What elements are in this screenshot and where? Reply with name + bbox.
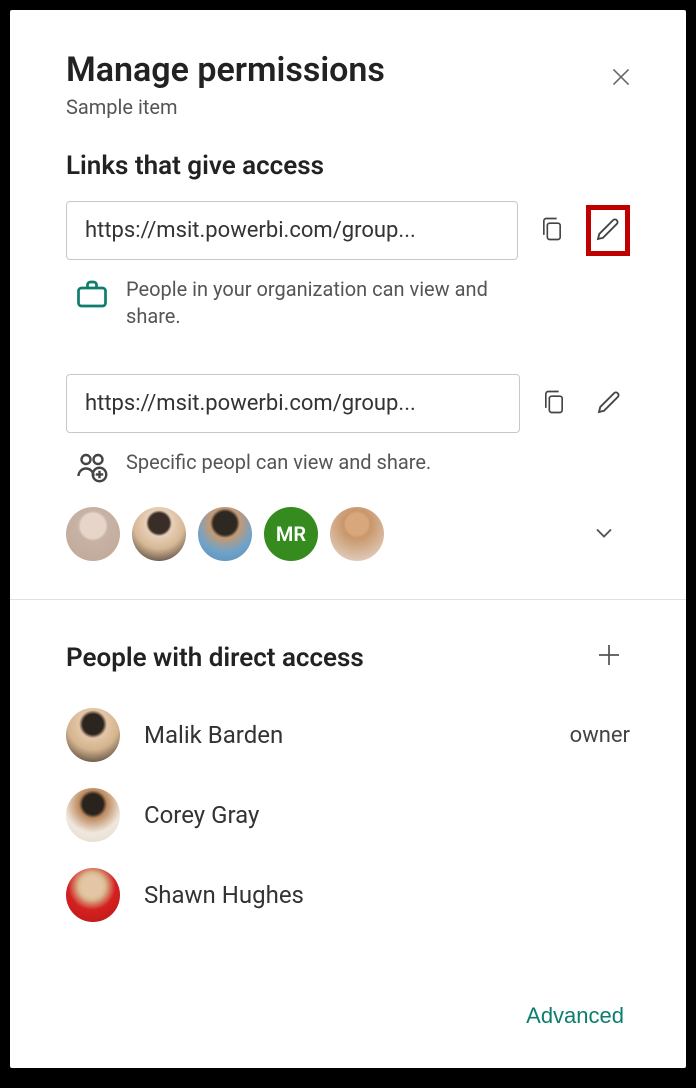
header-text: Manage permissions Sample item xyxy=(66,52,385,119)
specific-people-icon xyxy=(74,449,110,489)
copy-link-button-1[interactable] xyxy=(532,207,572,254)
close-button[interactable] xyxy=(604,60,638,97)
link-description-1: People in your organization can view and… xyxy=(126,276,506,330)
copy-icon xyxy=(538,214,566,247)
link-row-1: https://msit.powerbi.com/group... xyxy=(66,201,630,260)
pencil-icon xyxy=(594,387,624,420)
panel-footer: Advanced xyxy=(520,1002,630,1030)
panel-subtitle: Sample item xyxy=(66,95,385,119)
person-role: owner xyxy=(570,723,630,748)
plus-icon xyxy=(594,640,624,678)
shared-people-row: MR xyxy=(66,507,630,561)
avatar-initials[interactable]: MR xyxy=(264,507,318,561)
briefcase-icon xyxy=(74,276,110,316)
chevron-down-icon xyxy=(590,519,618,550)
direct-access-title: People with direct access xyxy=(66,643,364,673)
direct-access-list: Malik Barden owner Corey Gray Shawn Hugh… xyxy=(10,708,686,922)
edit-link-button-2[interactable] xyxy=(588,380,630,427)
avatar[interactable] xyxy=(66,507,120,561)
direct-access-header: People with direct access xyxy=(10,640,686,676)
panel-title: Manage permissions xyxy=(66,52,385,89)
avatar[interactable] xyxy=(198,507,252,561)
avatar[interactable] xyxy=(330,507,384,561)
link-block-2: https://msit.powerbi.com/group... xyxy=(66,374,630,561)
person-name: Malik Barden xyxy=(144,721,546,749)
shared-avatars: MR xyxy=(66,507,384,561)
link-row-2: https://msit.powerbi.com/group... xyxy=(66,374,630,433)
advanced-link[interactable]: Advanced xyxy=(520,1002,630,1030)
link-description-2: Specific peopl can view and share. xyxy=(126,449,431,476)
link-url-2[interactable]: https://msit.powerbi.com/group... xyxy=(66,374,520,433)
link-description-row-2: Specific peopl can view and share. xyxy=(66,449,630,489)
links-section: Links that give access https://msit.powe… xyxy=(10,119,686,561)
person-name: Shawn Hughes xyxy=(144,881,606,909)
panel-header: Manage permissions Sample item xyxy=(10,10,686,119)
pencil-icon xyxy=(593,214,623,247)
section-divider xyxy=(10,599,686,600)
copy-icon xyxy=(540,387,568,420)
avatar xyxy=(66,868,120,922)
link-description-row-1: People in your organization can view and… xyxy=(66,276,630,330)
person-row[interactable]: Malik Barden owner xyxy=(66,708,630,762)
edit-link-button-1[interactable] xyxy=(586,205,630,256)
close-icon xyxy=(608,78,634,93)
link-url-1[interactable]: https://msit.powerbi.com/group... xyxy=(66,201,518,260)
avatar xyxy=(66,708,120,762)
person-name: Corey Gray xyxy=(144,801,606,829)
person-row[interactable]: Corey Gray xyxy=(66,788,630,842)
manage-permissions-panel: Manage permissions Sample item Links tha… xyxy=(10,10,686,1068)
expand-people-button[interactable] xyxy=(584,512,624,557)
person-row[interactable]: Shawn Hughes xyxy=(66,868,630,922)
add-person-button[interactable] xyxy=(588,640,630,676)
avatar xyxy=(66,788,120,842)
avatar[interactable] xyxy=(132,507,186,561)
links-section-title: Links that give access xyxy=(66,151,630,181)
copy-link-button-2[interactable] xyxy=(534,380,574,427)
